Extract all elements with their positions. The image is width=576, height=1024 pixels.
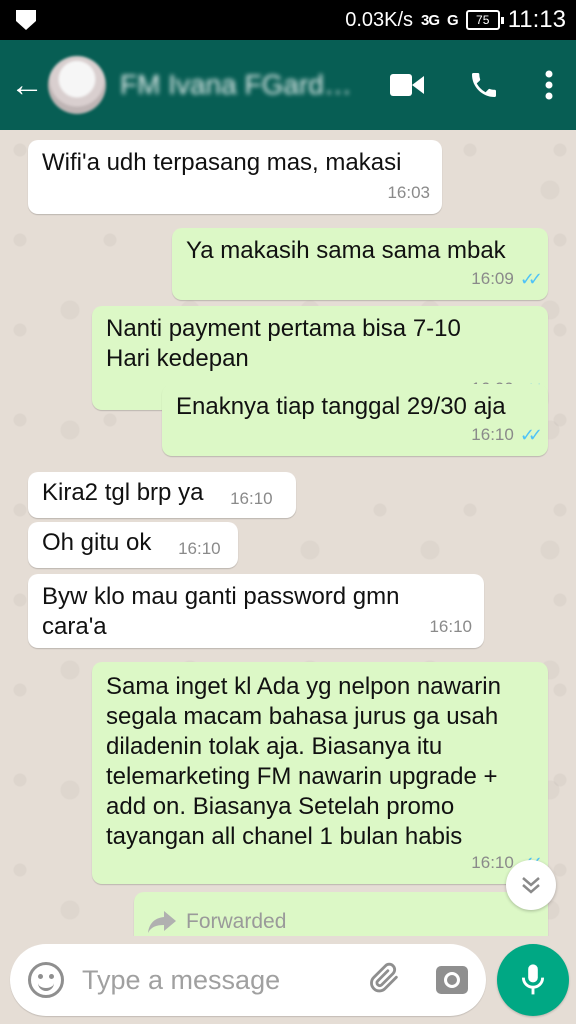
network-g-indicator: G (447, 11, 459, 29)
status-bar: 0.03K/s 3G G 75 11:13 (0, 0, 576, 40)
message-bubble[interactable]: Kira2 tgl brp ya 16:10 (28, 472, 296, 518)
scroll-down-button[interactable] (506, 860, 556, 910)
message-bubble[interactable]: Wifi'a udh terpasang mas, makasi 16:03 (28, 140, 442, 214)
message-bubble[interactable]: Byw klo mau ganti password gmn cara'a 16… (28, 574, 484, 648)
net-speed: 0.03K/s (345, 8, 414, 31)
double-chevron-down-icon (522, 877, 540, 894)
chat-header: ← FM Ivana FGarde... (0, 40, 576, 130)
message-text: Oh gitu ok (42, 529, 152, 556)
message-text: Byw klo mau ganti password gmn cara'a (42, 583, 400, 640)
attach-icon[interactable] (368, 961, 402, 1000)
forward-arrow-icon (148, 911, 176, 933)
video-call-icon[interactable] (390, 74, 424, 96)
message-bubble[interactable]: Oh gitu ok 16:10 (28, 522, 238, 568)
clock: 11:13 (507, 6, 566, 33)
emoji-icon[interactable] (28, 962, 64, 998)
message-text: Wifi'a udh terpasang mas, makasi (42, 149, 402, 176)
forwarded-label: Forwarded (186, 910, 287, 933)
chat-area[interactable]: Wifi'a udh terpasang mas, makasi 16:03 Y… (0, 130, 576, 936)
message-bubble[interactable]: Ya makasih sama sama mbak 16:09 ✓✓ (172, 228, 548, 300)
message-bubble[interactable]: Enaknya tiap tanggal 29/30 aja 16:10 ✓✓ (162, 384, 548, 456)
read-ticks-icon: ✓✓ (519, 269, 543, 289)
avatar[interactable] (48, 56, 106, 114)
more-options-icon[interactable] (544, 69, 554, 101)
message-text: Enaknya tiap tanggal 29/30 aja (176, 393, 506, 420)
battery-level: 75 (476, 13, 490, 27)
message-text: Ya makasih sama sama mbak (186, 237, 506, 264)
message-bubble[interactable]: Sama inget kl Ada yg nelpon nawarin sega… (92, 662, 548, 884)
message-text: Sama inget kl Ada yg nelpon nawarin sega… (106, 673, 501, 850)
message-text: Nanti payment pertama bisa 7-10 Hari ked… (106, 315, 461, 372)
back-arrow-icon[interactable]: ← (10, 68, 46, 102)
input-bar (0, 936, 576, 1024)
message-time: 16:10 (471, 425, 514, 444)
voice-record-button[interactable] (497, 944, 569, 1016)
contact-name[interactable]: FM Ivana FGarde... (120, 69, 352, 101)
message-text: Kira2 tgl brp ya (42, 479, 204, 506)
message-time: 16:03 (387, 183, 430, 202)
message-time: 16:09 (471, 269, 514, 288)
message-time: 16:10 (230, 489, 273, 508)
battery-icon: 75 (465, 10, 504, 30)
network-3g-indicator: 3G (421, 11, 440, 29)
message-input[interactable] (82, 964, 352, 996)
message-time: 16:10 (429, 617, 472, 636)
read-ticks-icon: ✓✓ (519, 425, 543, 445)
forwarded-message[interactable]: Forwarded (134, 892, 548, 936)
camera-icon[interactable] (436, 966, 468, 994)
message-composer (10, 944, 486, 1016)
message-time: 16:10 (178, 539, 221, 558)
shield-icon (16, 10, 36, 30)
voice-call-icon[interactable] (468, 69, 500, 101)
microphone-icon (521, 964, 545, 995)
